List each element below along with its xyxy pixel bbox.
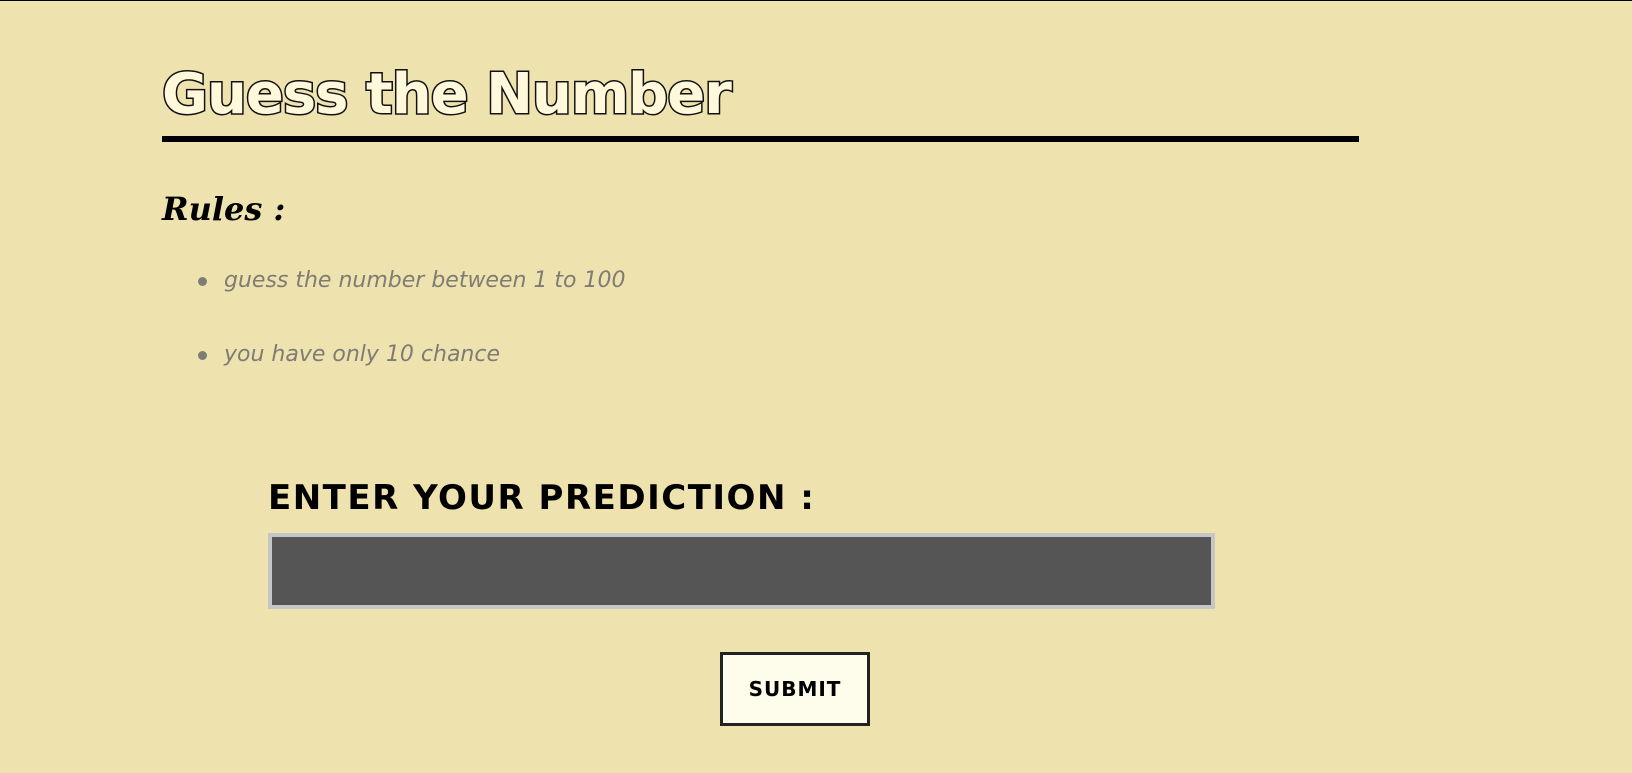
list-item: you have only 10 chance (196, 337, 626, 373)
prediction-label: ENTER YOUR PREDICTION : (268, 478, 816, 518)
rule-text: you have only 10 chance (224, 342, 500, 367)
bullet-icon (198, 277, 207, 286)
rules-list: guess the number between 1 to 100 you ha… (196, 263, 626, 411)
submit-button[interactable]: SUBMIT (720, 652, 870, 726)
title-divider (162, 136, 1359, 142)
list-item: guess the number between 1 to 100 (196, 263, 626, 299)
rule-text: guess the number between 1 to 100 (224, 268, 626, 293)
prediction-input[interactable] (268, 533, 1215, 609)
bullet-icon (198, 351, 207, 360)
rules-heading: Rules : (162, 190, 286, 228)
page-title: Guess the Number (161, 61, 734, 129)
